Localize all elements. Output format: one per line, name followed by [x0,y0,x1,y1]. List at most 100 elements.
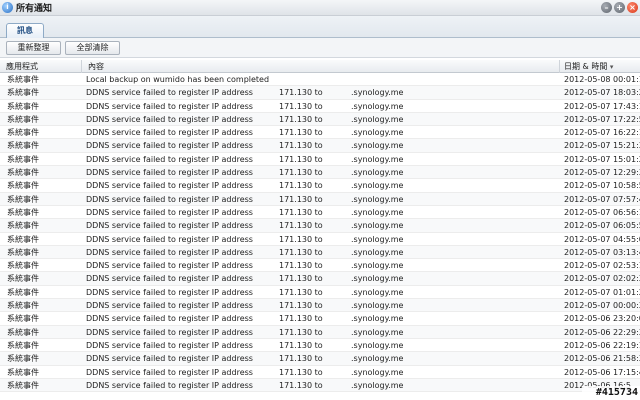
clear-all-button[interactable]: 全部清除 [65,41,120,55]
row-ip-cell: 171.130 to [279,114,323,124]
row-date-cell: 2012-05-07 04:55:0 [564,234,640,244]
column-header-date[interactable]: 日期 & 時間 ▾ [560,60,640,73]
table-row[interactable]: 系統事件 DDNS service failed to register IP a… [0,126,640,140]
table-row[interactable]: 系統事件 DDNS service failed to register IP a… [0,86,640,100]
notification-list: 系統事件 Local backup on wumido has been comp… [0,73,640,400]
row-ip-cell: 171.130 to [279,380,323,390]
row-host-cell: .synology.me [351,380,404,390]
row-host-cell: .synology.me [351,128,404,138]
row-app-cell: 系統事件 [7,327,39,337]
row-date-cell: 2012-05-07 02:02:3 [564,274,640,284]
row-date-cell: 2012-05-07 15:21:3 [564,141,640,151]
table-row[interactable]: 系統事件 DDNS service failed to register IP a… [0,352,640,366]
row-host-cell: .synology.me [351,340,404,350]
row-app-cell: 系統事件 [7,380,39,390]
row-app-cell: 系統事件 [7,314,39,324]
row-ip-cell: 171.130 to [279,274,323,284]
column-header-app[interactable]: 應用程式 [0,60,82,73]
table-row[interactable]: 系統事件 DDNS service failed to register IP a… [0,179,640,193]
row-ip-cell: 171.130 to [279,221,323,231]
table-row[interactable]: 系統事件 DDNS service failed to register IP a… [0,272,640,286]
window-title: 所有通知 [16,4,53,14]
table-row[interactable]: 系統事件 DDNS service failed to register IP a… [0,259,640,273]
table-row[interactable]: 系統事件 DDNS service failed to register IP a… [0,325,640,339]
row-message-cell: DDNS service failed to register IP addre… [86,327,253,337]
row-ip-cell: 171.130 to [279,314,323,324]
row-message-cell: DDNS service failed to register IP addre… [86,354,253,364]
row-ip-cell: 171.130 to [279,128,323,138]
close-icon[interactable]: × [627,2,638,13]
row-ip-cell: 171.130 to [279,194,323,204]
table-row[interactable]: 系統事件 DDNS service failed to register IP a… [0,166,640,180]
table-row[interactable]: 系統事件 DDNS service failed to register IP a… [0,286,640,300]
row-message-cell: DDNS service failed to register IP addre… [86,287,253,297]
maximize-icon[interactable]: + [614,2,625,13]
row-app-cell: 系統事件 [7,194,39,204]
row-date-cell: 2012-05-07 03:13:4 [564,247,640,257]
row-app-cell: 系統事件 [7,354,39,364]
row-message-cell: DDNS service failed to register IP addre… [86,380,253,390]
window-controls: – + × [601,2,638,13]
minimize-icon[interactable]: – [601,2,612,13]
tab-bar: 訊息 [0,16,640,38]
row-date-cell: 2012-05-07 12:29:3 [564,168,640,178]
notification-app-icon: i [2,2,13,13]
row-host-cell: .synology.me [351,354,404,364]
row-date-cell: 2012-05-07 02:53:1 [564,261,640,271]
row-host-cell: .synology.me [351,194,404,204]
row-app-cell: 系統事件 [7,128,39,138]
reorganize-button[interactable]: 重新整理 [6,41,61,55]
table-row[interactable]: 系統事件 DDNS service failed to register IP a… [0,312,640,326]
row-app-cell: 系統事件 [7,340,39,350]
table-row[interactable]: 系統事件 DDNS service failed to register IP a… [0,366,640,379]
table-row[interactable]: 系統事件 DDNS service failed to register IP a… [0,378,640,393]
toolbar: 重新整理 全部清除 [0,38,640,58]
row-message-cell: DDNS service failed to register IP addre… [86,234,253,244]
row-host-cell: .synology.me [351,207,404,217]
row-message-cell: DDNS service failed to register IP addre… [86,114,253,124]
column-header-content[interactable]: 內容 [82,60,560,73]
row-host-cell: .synology.me [351,367,404,377]
row-app-cell: 系統事件 [7,367,39,377]
row-ip-cell: 171.130 to [279,141,323,151]
table-row[interactable]: 系統事件 DDNS service failed to register IP a… [0,339,640,353]
table-row[interactable]: 系統事件 DDNS service failed to register IP a… [0,299,640,313]
table-row[interactable]: 系統事件 DDNS service failed to register IP a… [0,245,640,260]
row-date-cell: 2012-05-07 01:01:2 [564,287,640,297]
row-message-cell: DDNS service failed to register IP addre… [86,207,253,217]
row-message-cell: DDNS service failed to register IP addre… [86,101,253,111]
table-row[interactable]: 系統事件 DDNS service failed to register IP a… [0,233,640,246]
row-host-cell: .synology.me [351,141,404,151]
row-date-cell: 2012-05-06 17:15:4 [564,367,640,377]
table-row[interactable]: 系統事件 DDNS service failed to register IP a… [0,219,640,233]
watermark: #415734 [582,386,640,400]
row-app-cell: 系統事件 [7,261,39,271]
table-row[interactable]: 系統事件 DDNS service failed to register IP a… [0,139,640,153]
row-message-cell: DDNS service failed to register IP addre… [86,168,253,178]
row-host-cell: .synology.me [351,154,404,164]
row-ip-cell: 171.130 to [279,367,323,377]
row-app-cell: 系統事件 [7,101,39,111]
row-host-cell: .synology.me [351,314,404,324]
table-row[interactable]: 系統事件 DDNS service failed to register IP a… [0,100,640,113]
row-date-cell: 2012-05-06 23:20:0 [564,314,640,324]
row-ip-cell: 171.130 to [279,261,323,271]
table-row[interactable]: 系統事件 DDNS service failed to register IP a… [0,153,640,167]
row-ip-cell: 171.130 to [279,301,323,311]
row-host-cell: .synology.me [351,247,404,257]
table-row[interactable]: 系統事件 DDNS service failed to register IP a… [0,192,640,206]
table-row[interactable]: 系統事件 DDNS service failed to register IP a… [0,112,640,127]
row-date-cell: 2012-05-07 10:58:5 [564,181,640,191]
table-row[interactable]: 系統事件 DDNS service failed to register IP a… [0,206,640,220]
row-date-cell: 2012-05-08 00:01:1 [564,75,640,84]
row-message-cell: DDNS service failed to register IP addre… [86,247,253,257]
table-row[interactable]: 系統事件 Local backup on wumido has been comp… [0,73,640,87]
row-ip-cell: 171.130 to [279,234,323,244]
window-titlebar: i 所有通知 – + × [0,0,640,16]
tab-messages[interactable]: 訊息 [6,23,44,38]
row-message-cell: DDNS service failed to register IP addre… [86,314,253,324]
row-ip-cell: 171.130 to [279,101,323,111]
row-date-cell: 2012-05-07 16:22:1 [564,128,640,138]
row-app-cell: 系統事件 [7,88,39,98]
row-message-cell: DDNS service failed to register IP addre… [86,340,253,350]
